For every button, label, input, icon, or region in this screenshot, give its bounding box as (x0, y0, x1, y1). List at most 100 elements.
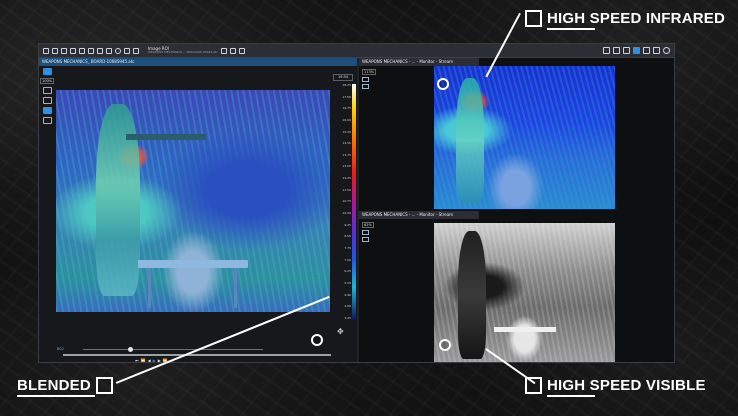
scale-tick-label: 7.00 (344, 257, 351, 262)
visible-tool-strip: 62% (362, 222, 374, 242)
blended-video-frame[interactable] (56, 90, 330, 312)
grid-icon[interactable] (79, 47, 85, 54)
shooter-figure (456, 78, 484, 203)
callout-blended: BLENDED (17, 377, 113, 397)
scale-tick-label: 3.25 (344, 315, 351, 320)
layers-icon[interactable] (42, 117, 52, 124)
seek-bar[interactable] (63, 354, 331, 356)
scale-tick-label: 10.00 (342, 211, 351, 216)
line-tool-icon[interactable] (124, 47, 130, 54)
layout-toolbar (603, 47, 670, 54)
visible-marker-circle (439, 339, 451, 351)
settings-icon[interactable] (238, 47, 245, 54)
app-toolbar: Image ROI WEAPONS MECHANICS -- 2862A945-… (39, 44, 674, 58)
callout-underline (547, 28, 595, 30)
layout-split-icon[interactable] (613, 47, 620, 54)
pencil-icon[interactable] (220, 47, 227, 54)
infrared-video-frame[interactable] (434, 66, 615, 209)
blended-view-pane: WEAPONS MECHANICS_ BOARD-1068S945.atc 10… (39, 58, 357, 362)
scale-tick-label: 8.50 (344, 234, 351, 239)
blended-marker-circle (311, 334, 323, 346)
scale-tick-label: 17.50 (342, 94, 351, 99)
help-icon[interactable] (653, 47, 660, 54)
blended-pane-title: WEAPONS MECHANICS_ BOARD-1068S945.atc (39, 58, 357, 66)
scale-tick-label: 12.25 (342, 176, 351, 181)
scale-tick-label: 4.00 (344, 304, 351, 309)
callout-underline (547, 395, 595, 397)
gear-icon[interactable] (663, 47, 670, 54)
callout-box (525, 377, 542, 394)
cursor-icon[interactable] (88, 47, 94, 54)
blend-icon[interactable] (42, 107, 52, 114)
measure-icon[interactable] (42, 97, 52, 104)
playback-timeline: B02 ⏮ ⏪ ◀ ▶ ▶ ⏩ ⏭ (43, 347, 333, 362)
temperature-colorbar (352, 84, 356, 320)
frame-label: B02 (57, 347, 64, 351)
callout-box (95, 377, 113, 394)
scale-tick-label: 4.96 (344, 292, 351, 297)
callout-text: BLENDED (17, 377, 95, 397)
temperature-scale-labels: 18.25 17.50 16.75 16.00 15.25 14.50 13.75 13.00… (333, 84, 351, 320)
scale-tick-label: 11.50 (342, 187, 351, 192)
scale-max-value[interactable]: 19.94 (333, 74, 353, 81)
scale-tick-label: 16.00 (342, 117, 351, 122)
pan-icon[interactable] (42, 87, 52, 94)
side-tool-strip: 100% (40, 68, 55, 124)
scale-tick-label: 13.75 (342, 152, 351, 157)
rifle-shape (126, 134, 206, 140)
thermal-camera-app-window: Image ROI WEAPONS MECHANICS -- 2862A945-… (38, 43, 675, 363)
open-file-icon[interactable] (43, 47, 49, 54)
image-roi-selector[interactable]: Image ROI WEAPONS MECHANICS -- 2862A945-… (148, 47, 218, 54)
visible-zoom-level[interactable]: 62% (362, 222, 374, 228)
export-icon[interactable] (61, 47, 67, 54)
scale-tick-label: 18.25 (342, 83, 351, 87)
callout-high-speed-infrared: HIGH SPEED INFRARED (525, 10, 725, 30)
play-icon[interactable]: ▶ (153, 358, 156, 362)
layout-grid-icon[interactable] (603, 47, 610, 54)
ellipse-tool-icon[interactable] (115, 47, 121, 54)
infrared-zoom-level[interactable]: 113% (362, 69, 377, 75)
scale-tick-label: 6.25 (344, 269, 351, 274)
first-frame-icon[interactable]: ⏮ (135, 358, 139, 362)
window-icon[interactable] (643, 47, 650, 54)
scale-tick-label: 13.00 (342, 164, 351, 169)
zoom-level[interactable]: 100% (40, 78, 55, 84)
callout-box (525, 10, 542, 27)
palette-icon[interactable] (42, 68, 52, 75)
link-icon[interactable] (229, 47, 236, 54)
rectangle-tool-icon[interactable] (106, 47, 112, 54)
visible-video-frame[interactable] (434, 223, 615, 362)
cross-icon[interactable] (97, 47, 103, 54)
monitor-icon[interactable] (633, 47, 640, 54)
pan-icon[interactable] (362, 230, 369, 235)
refresh-icon[interactable] (70, 47, 76, 54)
fit-icon[interactable] (362, 237, 369, 242)
scale-tick-label: 9.25 (344, 222, 351, 227)
scale-tick-label: 7.75 (344, 245, 351, 250)
scale-tick-label: 14.50 (342, 141, 351, 146)
callout-text: HIGH SPEED VISIBLE (547, 377, 706, 397)
range-slider[interactable] (83, 349, 263, 350)
step-forward-icon[interactable]: ▶ (158, 358, 161, 362)
visible-view-pane: WEAPONS MECHANICS - ... - Monitor - Stre… (359, 211, 674, 362)
move-arrows-icon[interactable]: ✥ (337, 328, 344, 336)
rewind-icon[interactable]: ⏪ (141, 358, 146, 362)
step-back-icon[interactable]: ◀ (148, 358, 151, 362)
scale-tick-label: 15.25 (342, 129, 351, 134)
shooter-figure (458, 231, 486, 359)
fit-icon[interactable] (362, 84, 369, 89)
callout-underline (17, 395, 95, 397)
pan-icon[interactable] (362, 77, 369, 82)
infrared-view-pane: WEAPONS MECHANICS - ... - Monitor - Stre… (359, 58, 674, 211)
infrared-tool-strip: 113% (362, 69, 377, 89)
layout-single-icon[interactable] (623, 47, 630, 54)
callout-text: HIGH SPEED INFRARED (547, 10, 725, 30)
scale-tick-label: 16.75 (342, 106, 351, 111)
range-slider-thumb[interactable] (127, 347, 133, 352)
image-roi-subtitle: WEAPONS MECHANICS -- 2862A945-0001S.atc (148, 50, 218, 54)
shooter-figure (96, 104, 140, 296)
save-icon[interactable] (52, 47, 58, 54)
infrared-marker-circle (437, 78, 449, 90)
more-menu-icon[interactable] (133, 47, 139, 54)
table-top (138, 260, 248, 268)
